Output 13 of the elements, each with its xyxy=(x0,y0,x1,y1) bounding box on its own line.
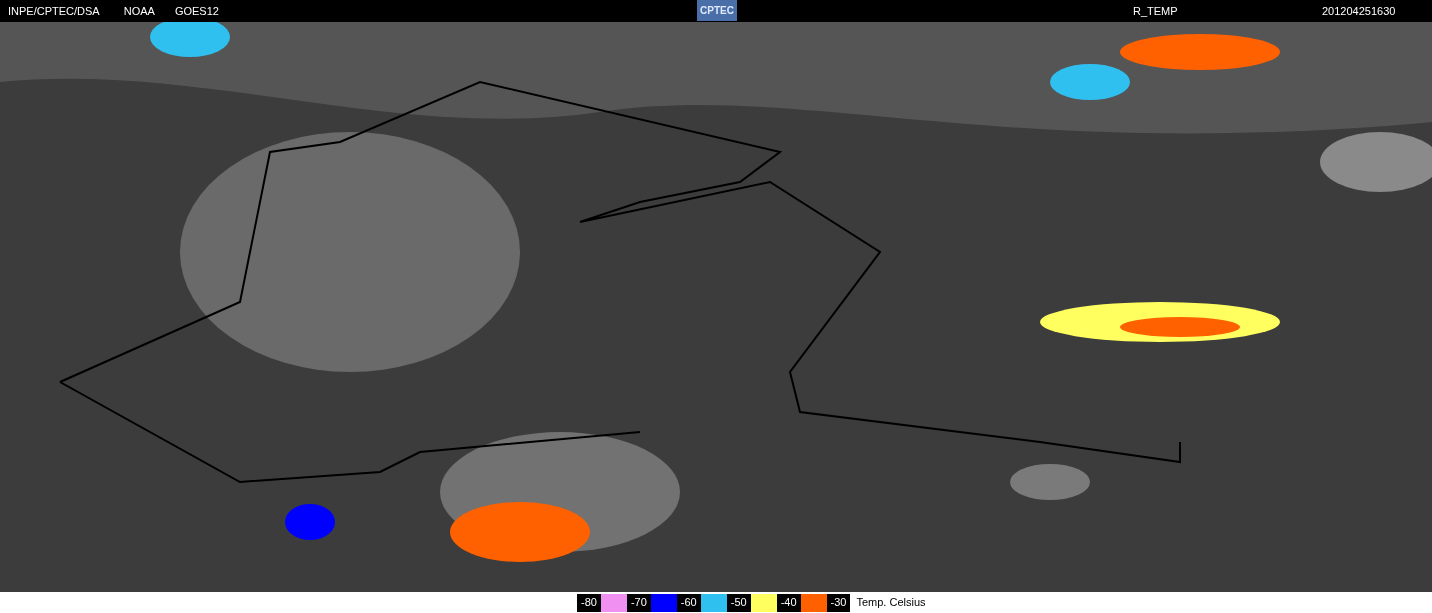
legend-label: -30 xyxy=(826,593,851,612)
legend-label: -40 xyxy=(776,593,801,612)
legend-title: Temp. Celsius xyxy=(856,595,926,611)
agency-label: NOAA xyxy=(123,3,155,19)
legend-label: -80 xyxy=(577,593,601,612)
product-label: R_TEMP xyxy=(1133,3,1178,19)
satellite-label: GOES12 xyxy=(174,3,219,19)
source-label: INPE/CPTEC/DSA xyxy=(8,3,100,19)
legend-label: -50 xyxy=(726,593,751,612)
logo-text: CPTEC xyxy=(700,4,734,18)
timestamp-label: 201204251630 xyxy=(1322,3,1396,19)
legend-label: -70 xyxy=(626,593,651,612)
legend-label: -60 xyxy=(676,593,701,612)
